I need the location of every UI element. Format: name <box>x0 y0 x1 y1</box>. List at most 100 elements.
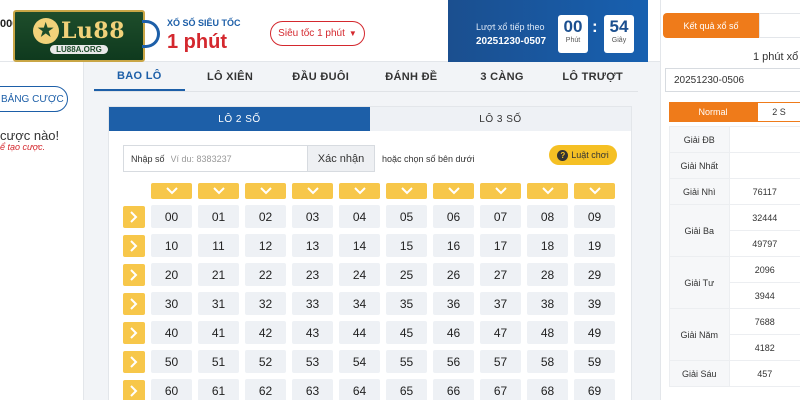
number-cell[interactable]: 52 <box>245 350 286 373</box>
number-cell[interactable]: 37 <box>480 292 521 315</box>
tab-dau-duoi[interactable]: ĐẦU ĐUÔI <box>275 62 366 91</box>
select-column-4-button[interactable] <box>339 183 380 199</box>
number-cell[interactable]: 61 <box>198 379 239 400</box>
number-cell[interactable]: 24 <box>339 263 380 286</box>
number-cell[interactable]: 59 <box>574 350 615 373</box>
tab-results[interactable]: Kết quả xổ số <box>663 13 759 38</box>
number-cell[interactable]: 38 <box>527 292 568 315</box>
number-cell[interactable]: 13 <box>292 234 333 257</box>
tab-3-cang[interactable]: 3 CÀNG <box>457 62 548 91</box>
number-cell[interactable]: 30 <box>151 292 192 315</box>
number-cell[interactable]: 28 <box>527 263 568 286</box>
number-cell[interactable]: 22 <box>245 263 286 286</box>
select-column-9-button[interactable] <box>574 183 615 199</box>
select-column-1-button[interactable] <box>198 183 239 199</box>
number-cell[interactable]: 20 <box>151 263 192 286</box>
select-column-3-button[interactable] <box>292 183 333 199</box>
number-cell[interactable]: 23 <box>292 263 333 286</box>
game-mode-select[interactable]: Siêu tốc 1 phút ▼ <box>270 21 365 46</box>
number-cell[interactable]: 62 <box>245 379 286 400</box>
number-cell[interactable]: 08 <box>527 205 568 228</box>
select-row-5-button[interactable] <box>123 350 145 373</box>
number-cell[interactable]: 14 <box>339 234 380 257</box>
number-cell[interactable]: 45 <box>386 321 427 344</box>
number-cell[interactable]: 53 <box>292 350 333 373</box>
number-cell[interactable]: 31 <box>198 292 239 315</box>
number-cell[interactable]: 09 <box>574 205 615 228</box>
number-cell[interactable]: 05 <box>386 205 427 228</box>
number-cell[interactable]: 56 <box>433 350 474 373</box>
number-cell[interactable]: 68 <box>527 379 568 400</box>
number-cell[interactable]: 67 <box>480 379 521 400</box>
number-cell[interactable]: 34 <box>339 292 380 315</box>
number-cell[interactable]: 65 <box>386 379 427 400</box>
number-cell[interactable]: 49 <box>574 321 615 344</box>
number-cell[interactable]: 66 <box>433 379 474 400</box>
period-select[interactable]: 20251230-0506 <box>665 68 800 92</box>
number-cell[interactable]: 41 <box>198 321 239 344</box>
select-column-0-button[interactable] <box>151 183 192 199</box>
number-cell[interactable]: 60 <box>151 379 192 400</box>
tab-other[interactable] <box>759 13 800 38</box>
number-cell[interactable]: 01 <box>198 205 239 228</box>
number-cell[interactable]: 11 <box>198 234 239 257</box>
rules-button[interactable]: ? Luật chơi <box>549 145 617 165</box>
number-cell[interactable]: 55 <box>386 350 427 373</box>
select-column-7-button[interactable] <box>480 183 521 199</box>
confirm-button[interactable]: Xác nhận <box>307 146 374 171</box>
select-row-3-button[interactable] <box>123 292 145 315</box>
number-input[interactable] <box>170 146 307 171</box>
number-cell[interactable]: 19 <box>574 234 615 257</box>
number-cell[interactable]: 06 <box>433 205 474 228</box>
number-cell[interactable]: 02 <box>245 205 286 228</box>
number-cell[interactable]: 54 <box>339 350 380 373</box>
number-cell[interactable]: 25 <box>386 263 427 286</box>
number-cell[interactable]: 12 <box>245 234 286 257</box>
number-cell[interactable]: 48 <box>527 321 568 344</box>
number-cell[interactable]: 44 <box>339 321 380 344</box>
number-cell[interactable]: 57 <box>480 350 521 373</box>
number-cell[interactable]: 58 <box>527 350 568 373</box>
number-cell[interactable]: 63 <box>292 379 333 400</box>
tab-lo-3-so[interactable]: LÔ 3 SỐ <box>370 107 631 131</box>
tab-danh-de[interactable]: ĐÁNH ĐỀ <box>366 62 457 91</box>
number-cell[interactable]: 51 <box>198 350 239 373</box>
number-cell[interactable]: 46 <box>433 321 474 344</box>
number-cell[interactable]: 07 <box>480 205 521 228</box>
number-cell[interactable]: 00 <box>151 205 192 228</box>
select-row-6-button[interactable] <box>123 379 145 400</box>
number-cell[interactable]: 04 <box>339 205 380 228</box>
number-cell[interactable]: 50 <box>151 350 192 373</box>
number-cell[interactable]: 29 <box>574 263 615 286</box>
tab-lo-truot[interactable]: LÔ TRƯỢT <box>547 62 638 91</box>
logo[interactable]: ★ Lu88 LU88A.ORG <box>13 10 145 62</box>
number-cell[interactable]: 47 <box>480 321 521 344</box>
bet-table-button[interactable]: BẢNG CƯỢC <box>0 86 68 112</box>
tab-normal[interactable]: Normal <box>669 102 757 122</box>
number-cell[interactable]: 17 <box>480 234 521 257</box>
number-cell[interactable]: 64 <box>339 379 380 400</box>
number-cell[interactable]: 21 <box>198 263 239 286</box>
select-row-1-button[interactable] <box>123 234 145 257</box>
select-row-4-button[interactable] <box>123 321 145 344</box>
number-cell[interactable]: 43 <box>292 321 333 344</box>
number-cell[interactable]: 18 <box>527 234 568 257</box>
select-column-8-button[interactable] <box>527 183 568 199</box>
number-cell[interactable]: 33 <box>292 292 333 315</box>
select-row-0-button[interactable] <box>123 205 145 228</box>
number-cell[interactable]: 32 <box>245 292 286 315</box>
number-cell[interactable]: 35 <box>386 292 427 315</box>
number-cell[interactable]: 36 <box>433 292 474 315</box>
number-cell[interactable]: 15 <box>386 234 427 257</box>
number-cell[interactable]: 26 <box>433 263 474 286</box>
number-cell[interactable]: 42 <box>245 321 286 344</box>
number-cell[interactable]: 03 <box>292 205 333 228</box>
tab-bao-lo[interactable]: BAO LÔ <box>94 62 185 91</box>
tab-lo-xien[interactable]: LÔ XIÊN <box>185 62 276 91</box>
select-column-2-button[interactable] <box>245 183 286 199</box>
select-column-5-button[interactable] <box>386 183 427 199</box>
select-row-2-button[interactable] <box>123 263 145 286</box>
tab-2-so[interactable]: 2 S <box>757 102 800 122</box>
select-column-6-button[interactable] <box>433 183 474 199</box>
number-cell[interactable]: 27 <box>480 263 521 286</box>
